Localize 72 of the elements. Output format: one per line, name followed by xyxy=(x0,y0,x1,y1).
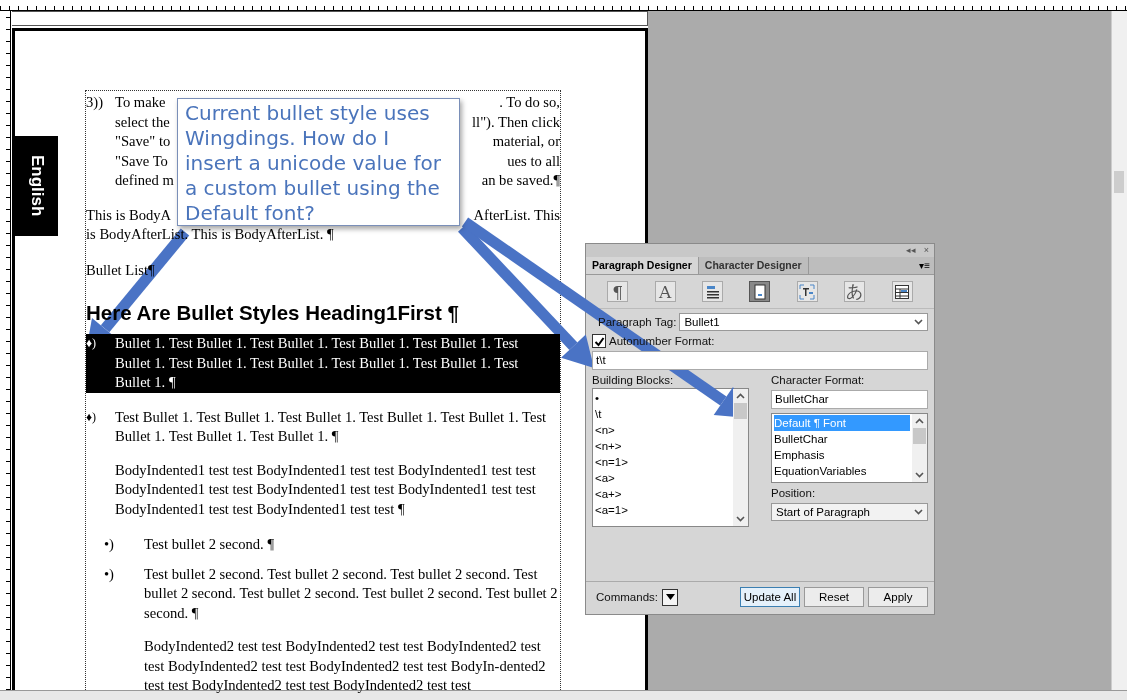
chevron-up-icon[interactable] xyxy=(915,418,924,424)
chevron-down-icon xyxy=(914,319,923,325)
toolbar-button[interactable]: A xyxy=(654,281,676,302)
chevron-down-icon xyxy=(914,509,923,515)
checkbox[interactable] xyxy=(592,334,606,348)
list-item[interactable]: <a> xyxy=(595,470,731,486)
paragraph-text: Test Bullet 1. Test Bullet 1. Test Bullet 1. Test Bullet 1. Test Bullet 1. Test Bullet 1. Test Bullet 1. Test Bullet 1. ¶ xyxy=(115,407,548,446)
bullet-marker: ♦) xyxy=(86,408,98,426)
character-format-input[interactable]: BulletChar xyxy=(771,390,928,409)
toolbar-button[interactable]: ¶ xyxy=(607,281,629,302)
toolbar-button[interactable]: あ xyxy=(844,281,866,302)
paragraph-text: an be saved.¶ xyxy=(481,171,560,190)
caret-down-icon xyxy=(665,594,675,600)
panel-button[interactable]: Update All xyxy=(740,587,800,607)
paragraph-text: BodyIndented1 test test BodyIndented1 test test BodyIndented1 test test BodyIndented1 test test BodyIndented1 test test BodyIndented1 test test BodyIndented1 test test BodyIndented1 test test ¶ xyxy=(115,460,537,519)
list-item[interactable]: BulletChar xyxy=(774,431,910,447)
paragraph-text: BodyIndented2 test test BodyIndented2 test test BodyIndented2 test test BodyIndented2 test test BodyIndented2 test test BodyIn-dented2 test test BodyIndented2 test test BodyIndented2 test test xyxy=(144,637,547,695)
chevron-up-icon[interactable] xyxy=(736,393,745,399)
paragraph-tag-dropdown[interactable]: Bullet1 xyxy=(679,313,928,331)
chevron-down-icon[interactable] xyxy=(736,516,745,522)
field-label: Position: xyxy=(771,487,817,499)
panel-button[interactable]: Apply xyxy=(868,587,928,607)
field-label: Commands: xyxy=(596,591,658,603)
scrollbar-thumb[interactable] xyxy=(734,403,747,419)
list-item[interactable]: EquationVariables xyxy=(774,463,910,479)
textframe-icon[interactable] xyxy=(796,281,818,302)
paragraph-text: "Save To xyxy=(115,151,168,171)
paragraph-text: "Save" to xyxy=(115,132,171,151)
panel-tab[interactable]: Character Designer xyxy=(698,257,809,274)
paragraph-text: material, or xyxy=(492,132,560,151)
list-item[interactable]: <a=1> xyxy=(595,502,731,518)
commands-dropdown[interactable] xyxy=(662,588,678,606)
field-label: Building Blocks: xyxy=(592,374,675,386)
list-scrollbar[interactable] xyxy=(733,389,748,526)
chevron-down-icon[interactable] xyxy=(915,472,924,478)
list-item[interactable]: \t xyxy=(595,406,731,422)
bullet-marker: ♦) xyxy=(86,335,98,352)
paragraph-text: select the xyxy=(115,112,170,132)
collapse-icon[interactable]: ◂◂ xyxy=(905,244,916,257)
position-dropdown[interactable]: Start of Paragraph xyxy=(771,503,928,521)
paragraph-text: . To do so, xyxy=(499,93,560,112)
paragraph-text: AfterList. This xyxy=(473,205,560,225)
paragraph-text: Test bullet 2 second. ¶ xyxy=(144,535,275,554)
list-item[interactable]: • xyxy=(595,390,731,406)
paragraph-text: ll"). Then click xyxy=(472,112,560,132)
paragraph-text: ues to all xyxy=(507,151,560,171)
close-icon[interactable]: × xyxy=(923,244,929,257)
paragraph-text: Bullet 1. Test Bullet 1. Test Bullet 1. Test Bullet 1. Test Bullet 1. Test Bullet 1. Test Bullet 1. Test Bullet 1. Test Bullet 1. Test Bullet 1. Test Bullet 1. ¶ xyxy=(115,334,520,392)
panel-tab[interactable]: Paragraph Designer xyxy=(586,257,699,274)
scrollbar-thumb[interactable] xyxy=(913,428,926,444)
paragraph-text: To make xyxy=(115,93,166,112)
page-icon[interactable] xyxy=(749,281,771,302)
list-item[interactable]: <n=1> xyxy=(595,454,731,470)
list-number: 3)) xyxy=(86,93,105,112)
vertical-scrollbar[interactable] xyxy=(1111,11,1127,690)
align-icon[interactable] xyxy=(702,281,724,302)
list-item[interactable]: <a+> xyxy=(595,486,731,502)
autonumber-input[interactable]: t\t xyxy=(592,351,928,370)
table-icon[interactable] xyxy=(891,281,913,302)
bullet-marker: •) xyxy=(104,535,115,554)
list-scrollbar[interactable] xyxy=(912,414,927,482)
list-item[interactable]: <n+> xyxy=(595,438,731,454)
field-label: Character Format: xyxy=(771,374,866,386)
list-item[interactable]: <n> xyxy=(595,422,731,438)
paragraph-text: Test bullet 2 second. Test bullet 2 second. Test bullet 2 second. Test bullet 2 second. Test bullet 2 second. Test bullet 2 second. Test bullet 2 second. ¶ xyxy=(144,564,559,623)
callout-note: Current bullet style uses Wingdings. How do I insert a unicode value for a custom bullet using the Default font? xyxy=(177,98,460,226)
paragraph-text: This is BodyA xyxy=(86,205,172,225)
bullet-marker: •) xyxy=(104,564,115,584)
panel-button[interactable]: Reset xyxy=(804,587,864,607)
menu-icon[interactable]: ▾≡ xyxy=(919,257,934,274)
paragraph-text: defined m xyxy=(115,171,174,190)
list-item[interactable]: Emphasis xyxy=(774,447,910,463)
